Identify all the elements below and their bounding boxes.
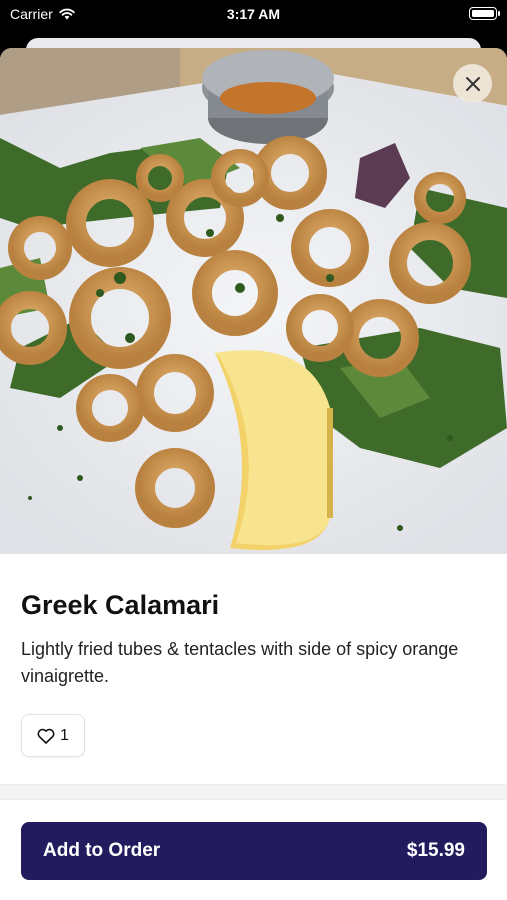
status-bar: Carrier 3:17 AM	[0, 0, 507, 30]
add-to-order-label: Add to Order	[43, 840, 161, 861]
item-photo	[0, 48, 507, 554]
calamari-photo-illustration	[0, 48, 507, 554]
add-to-order-button[interactable]: Add to Order $15.99	[21, 822, 487, 880]
like-button[interactable]: 1	[21, 714, 85, 757]
price-label: $15.99	[406, 840, 465, 861]
heart-icon	[37, 728, 55, 744]
close-icon	[465, 76, 480, 91]
like-count: 1	[60, 726, 69, 744]
clock: 3:17 AM	[226, 6, 281, 22]
close-button[interactable]	[453, 64, 492, 103]
item-title: Greek Calamari	[21, 590, 220, 620]
battery-icon	[469, 7, 500, 20]
item-description: Lightly fried tubes & tentacles with sid…	[21, 639, 459, 686]
item-detail-sheet: Greek Calamari Lightly fried tubes & ten…	[0, 48, 507, 900]
footer-divider	[0, 784, 507, 800]
